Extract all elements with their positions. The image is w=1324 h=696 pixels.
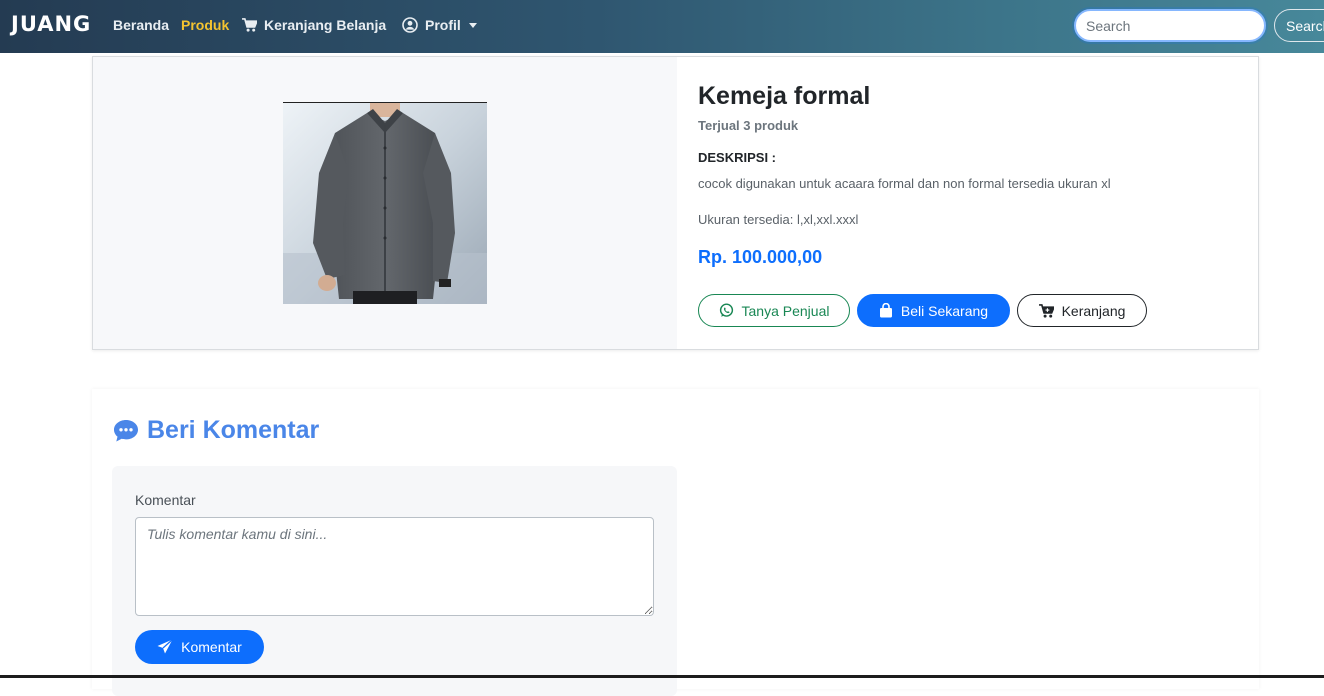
sold-count: Terjual 3 produk (698, 118, 799, 133)
chat-bubble-icon (114, 419, 138, 441)
description-text: cocok digunakan untuk acaara formal dan … (698, 176, 1111, 191)
comment-heading-label: Beri Komentar (147, 416, 320, 444)
buy-now-button[interactable]: Beli Sekarang (857, 294, 1010, 327)
product-title: Kemeja formal (698, 82, 871, 110)
nav-profil-label: Profil (425, 17, 461, 33)
nav-link-keranjang[interactable]: Keranjang Belanja (242, 17, 386, 33)
ask-seller-button[interactable]: Tanya Penjual (698, 294, 850, 327)
comment-section: Beri Komentar Komentar Komentar (92, 389, 1259, 696)
search-input[interactable] (1074, 9, 1266, 42)
submit-comment-label: Komentar (181, 639, 242, 655)
available-sizes: Ukuran tersedia: l,xl,xxl.xxxl (698, 212, 859, 227)
comment-heading: Beri Komentar (113, 416, 319, 445)
cart-icon (242, 18, 257, 32)
product-photo (283, 102, 487, 304)
comment-form: Komentar Komentar (112, 466, 677, 696)
product-price: Rp. 100.000,00 (698, 247, 823, 267)
product-image-pane (93, 57, 677, 349)
shopping-bag-icon (879, 303, 892, 318)
send-icon (157, 639, 174, 654)
ask-seller-label: Tanya Penjual (741, 302, 830, 319)
brand-logo[interactable]: JUANG (11, 12, 91, 36)
product-detail-card: Kemeja formal Terjual 3 produk DESKRIPSI… (92, 56, 1259, 350)
comment-field-label: Komentar (135, 492, 196, 508)
user-circle-icon (402, 17, 418, 33)
add-to-cart-label: Keranjang (1061, 302, 1126, 319)
nav-link-beranda[interactable]: Beranda (113, 17, 169, 33)
top-navbar: JUANG Beranda Produk Keranjang Belanja P… (0, 0, 1324, 53)
search-button[interactable]: Search (1274, 9, 1324, 42)
nav-link-keranjang-label: Keranjang Belanja (264, 17, 387, 33)
submit-comment-button[interactable]: Komentar (135, 630, 264, 664)
comment-textarea[interactable] (135, 517, 654, 616)
caret-down-icon (468, 22, 477, 28)
add-to-cart-button[interactable]: Keranjang (1017, 294, 1147, 327)
cart-plus-icon (1038, 303, 1054, 318)
nav-link-produk[interactable]: Produk (181, 17, 229, 33)
nav-dropdown-profil[interactable]: Profil (402, 17, 477, 33)
whatsapp-icon (719, 303, 733, 317)
buy-now-label: Beli Sekarang (900, 302, 989, 319)
description-heading: DESKRIPSI : (698, 150, 777, 165)
